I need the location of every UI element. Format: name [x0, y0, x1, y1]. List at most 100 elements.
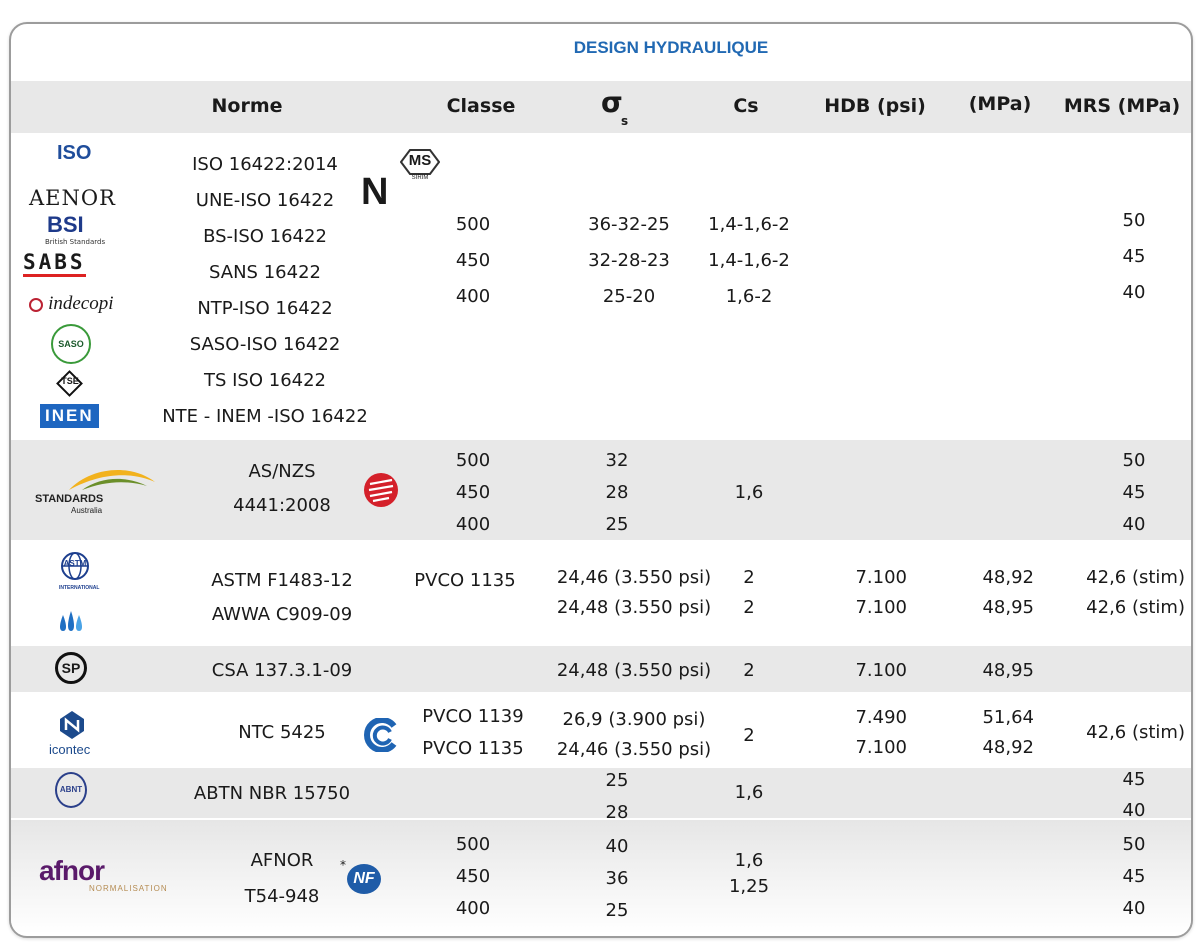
section-title: DESIGN HYDRAULIQUE — [573, 38, 769, 57]
g2-mrs-3: 40 — [1122, 514, 1146, 535]
indecopi-logo: indecopi — [29, 293, 114, 315]
g1-cs-2: 1,4-1,6-2 — [708, 250, 790, 271]
norm-astm-f1483-12: ASTM F1483-12 — [211, 570, 353, 591]
red-certification-seal-icon — [363, 472, 399, 512]
g1-sigma-2: 32-28-23 — [588, 250, 670, 271]
g7-mrs-50: 50 — [1122, 834, 1146, 855]
g5-mpa-2: 48,92 — [982, 737, 1034, 758]
g7-mrs-45: 45 — [1122, 866, 1146, 887]
g3-mpa-2: 48,95 — [982, 597, 1034, 618]
norm-4441-2008: 4441:2008 — [233, 495, 331, 516]
asterisk-mark: * — [340, 858, 346, 872]
indecopi-mark-icon — [29, 297, 43, 312]
g1-mrs-2: 45 — [1122, 246, 1146, 267]
g1-mrs-3: 40 — [1122, 282, 1146, 303]
abnt-logo: ABNT — [55, 772, 87, 808]
n-certification-mark: N — [361, 171, 389, 213]
header-cs: Cs — [733, 95, 759, 117]
astm-logo: ASTM INTERNATIONAL — [59, 551, 99, 591]
g7-classe-450: 450 — [455, 866, 491, 887]
g3-cs-1: 2 — [743, 567, 755, 588]
norm-as-nzs: AS/NZS — [248, 461, 316, 482]
row-as-nzs — [11, 440, 1191, 540]
tse-logo: TSE — [56, 370, 83, 397]
g1-sigma-3: 25-20 — [602, 286, 656, 307]
norm-abtn-nbr-15750: ABTN NBR 15750 — [193, 783, 351, 804]
g1-classe-450: 450 — [455, 250, 491, 271]
aenor-logo: AENOR — [29, 186, 116, 210]
g5-sigma-1: 26,9 (3.900 psi) — [562, 709, 706, 730]
g1-cs-1: 1,4-1,6-2 — [708, 214, 790, 235]
nf-logo: NF — [347, 864, 381, 894]
g7-cs-1-25: 1,25 — [728, 876, 770, 897]
g5-classe-1: PVCO 1139 — [422, 706, 524, 727]
g5-hdb-2: 7.100 — [855, 737, 907, 758]
standards-australia-subtitle: Australia — [71, 506, 103, 515]
g7-sigma-36: 36 — [605, 868, 629, 889]
sabs-logo: SABS — [23, 250, 86, 277]
norm-csa-137-3-1-09: CSA 137.3.1-09 — [211, 660, 353, 681]
afnor-subtitle: NORMALISATION — [89, 884, 168, 893]
g5-sigma-2: 24,46 (3.550 psi) — [556, 739, 712, 760]
icontec-logo: icontec — [49, 742, 91, 757]
g7-classe-400: 400 — [455, 898, 491, 919]
header-classe: Classe — [446, 95, 516, 117]
ms-sirim-logo: MS SIRIM — [399, 149, 441, 181]
norm-afnor: AFNOR — [250, 850, 314, 871]
g2-classe-400: 400 — [455, 514, 491, 535]
g3-mrs-1: 42,6 (stim) — [1086, 567, 1185, 588]
bsi-logo: BSI — [47, 212, 84, 237]
g2-sigma-28: 28 — [605, 482, 629, 503]
g5-mpa-1: 51,64 — [982, 707, 1034, 728]
norm-ntc-5425: NTC 5425 — [238, 722, 326, 743]
norm-bs-iso-16422: BS-ISO 16422 — [203, 226, 327, 247]
bsi-subtitle: British Standards — [45, 238, 106, 246]
g7-sigma-40: 40 — [605, 836, 629, 857]
g6-sigma-25: 25 — [605, 770, 629, 791]
g6-mrs-45: 45 — [1122, 769, 1146, 790]
row-afnor — [11, 820, 1191, 934]
icontec-mark-icon — [59, 710, 85, 744]
g5-hdb-1: 7.490 — [855, 707, 907, 728]
g1-cs-3: 1,6-2 — [725, 286, 773, 307]
g6-cs: 1,6 — [734, 782, 764, 803]
g3-sigma-2: 24,48 (3.550 psi) — [556, 597, 712, 618]
awwa-water-drops-icon — [58, 605, 86, 637]
g4-cs: 2 — [743, 660, 755, 681]
g1-classe-400: 400 — [455, 286, 491, 307]
g3-mpa-1: 48,92 — [982, 567, 1034, 588]
g4-mpa: 48,95 — [982, 660, 1034, 681]
g7-classe-500: 500 — [455, 834, 491, 855]
g3-hdb-2: 7.100 — [855, 597, 907, 618]
g2-mrs-2: 45 — [1122, 482, 1146, 503]
norm-une-iso-16422: UNE-ISO 16422 — [195, 190, 335, 211]
g2-classe-450: 450 — [455, 482, 491, 503]
g7-mrs-40: 40 — [1122, 898, 1146, 919]
norm-ntp-iso-16422: NTP-ISO 16422 — [197, 298, 333, 319]
norm-nte-inem-iso-16422: NTE - INEM -ISO 16422 — [162, 406, 368, 427]
g4-hdb: 7.100 — [855, 660, 907, 681]
g6-mrs-40: 40 — [1122, 800, 1146, 821]
header-mrs: MRS (MPa) — [1063, 95, 1181, 117]
g3-cs-2: 2 — [743, 597, 755, 618]
header-sigma-sub: s — [621, 114, 629, 128]
header-mpa: (MPa) — [968, 93, 1032, 115]
g3-classe: PVCO 1135 — [414, 570, 516, 591]
inen-logo: INEN — [40, 404, 99, 428]
iso-logo: ISO — [57, 142, 92, 164]
g1-mrs-1: 50 — [1122, 210, 1146, 231]
g2-sigma-25: 25 — [605, 514, 629, 535]
csa-logo: SP — [55, 652, 87, 684]
g2-classe-500: 500 — [455, 450, 491, 471]
header-hdb: HDB (psi) — [824, 95, 926, 117]
g1-classe-500: 500 — [455, 214, 491, 235]
norm-iso-16422-2014: ISO 16422:2014 — [192, 154, 338, 175]
row-abtn — [11, 768, 1191, 818]
g3-hdb-1: 7.100 — [855, 567, 907, 588]
norm-ts-iso-16422: TS ISO 16422 — [203, 370, 327, 391]
g3-mrs-2: 42,6 (stim) — [1086, 597, 1185, 618]
saso-logo: SASO — [51, 324, 91, 364]
blue-swirl-seal-icon — [364, 717, 398, 756]
g2-mrs-1: 50 — [1122, 450, 1146, 471]
norm-saso-iso-16422: SASO-ISO 16422 — [189, 334, 341, 355]
